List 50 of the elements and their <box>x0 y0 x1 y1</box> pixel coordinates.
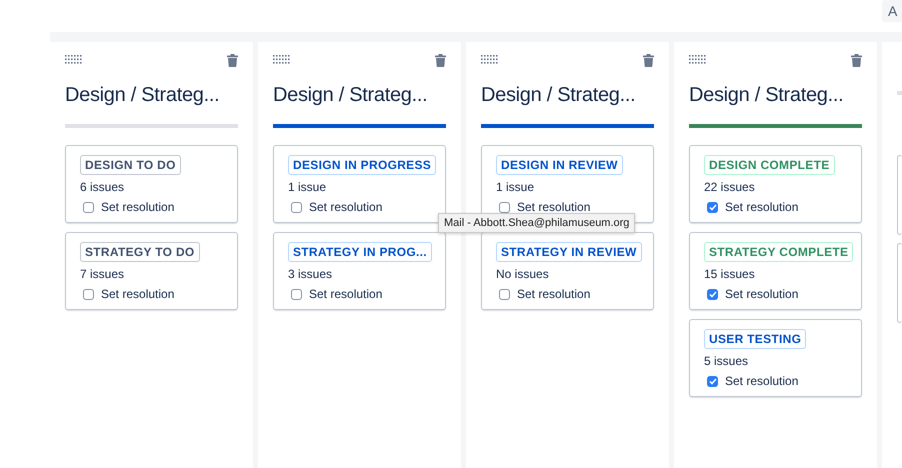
issue-count: 7 issues <box>80 267 124 281</box>
resolution-checkbox[interactable] <box>83 202 94 212</box>
issue-count: 5 issues <box>704 354 748 368</box>
trash-icon[interactable] <box>643 54 654 66</box>
drag-handle-icon[interactable] <box>65 55 83 65</box>
status-lozenge: STRATEGY COMPLETE <box>704 242 854 262</box>
issue-count: 1 issue <box>288 180 326 194</box>
resolution-checkbox[interactable] <box>83 288 94 300</box>
resolution-label: Set resolution <box>309 200 382 214</box>
column-title: Design / Strateg... <box>65 84 220 107</box>
issue-count: 3 issues <box>288 267 332 281</box>
column-title: Design / Strateg... <box>689 84 844 107</box>
resolution-checkbox[interactable] <box>499 202 510 212</box>
resolution-label: Set resolution <box>725 374 798 388</box>
resolution-label: Set resolution <box>725 200 798 214</box>
account-button[interactable]: A <box>882 0 902 22</box>
resolution-checkbox[interactable] <box>291 202 302 212</box>
status-lozenge: STRATEGY IN REVIEW <box>496 242 642 262</box>
resolution-label: Set resolution <box>517 200 590 214</box>
resolution-checkbox[interactable] <box>499 288 510 300</box>
resolution-checkbox[interactable] <box>291 288 302 300</box>
status-lozenge: USER TESTING <box>704 329 806 349</box>
resolution-label: Set resolution <box>517 287 590 301</box>
resolution-label: Set resolution <box>309 287 382 301</box>
trash-icon[interactable] <box>851 54 862 66</box>
status-lozenge: STRATEGY IN PROG... <box>288 242 432 262</box>
trash-icon[interactable] <box>227 54 238 66</box>
resolution-label: Set resolution <box>101 200 174 214</box>
resolution-label: Set resolution <box>101 287 174 301</box>
column-title: Design / Strateg... <box>273 84 428 107</box>
resolution-label: Set resolution <box>725 287 798 301</box>
tooltip: Mail - Abbott.Shea@philamuseum.org <box>438 213 636 233</box>
issue-count: 22 issues <box>704 180 755 194</box>
drag-handle-icon[interactable] <box>481 55 499 65</box>
trash-icon[interactable] <box>435 54 446 66</box>
drag-handle-icon[interactable] <box>689 55 707 65</box>
resolution-checkbox[interactable] <box>707 202 718 212</box>
resolution-checkbox[interactable] <box>707 376 718 386</box>
issue-count: 6 issues <box>80 180 124 194</box>
status-lozenge: DESIGN TO DO <box>80 155 181 175</box>
drag-handle-icon[interactable] <box>273 55 291 65</box>
status-lozenge: DESIGN IN REVIEW <box>496 155 623 175</box>
issue-count: 1 issue <box>496 180 534 194</box>
status-lozenge: DESIGN COMPLETE <box>704 155 835 175</box>
status-lozenge: STRATEGY TO DO <box>80 242 200 262</box>
status-lozenge: DESIGN IN PROGRESS <box>288 155 436 175</box>
resolution-checkbox[interactable] <box>707 288 718 300</box>
column-title: Design / Strateg... <box>481 84 636 107</box>
issue-count: No issues <box>496 267 549 281</box>
issue-count: 15 issues <box>704 267 755 281</box>
